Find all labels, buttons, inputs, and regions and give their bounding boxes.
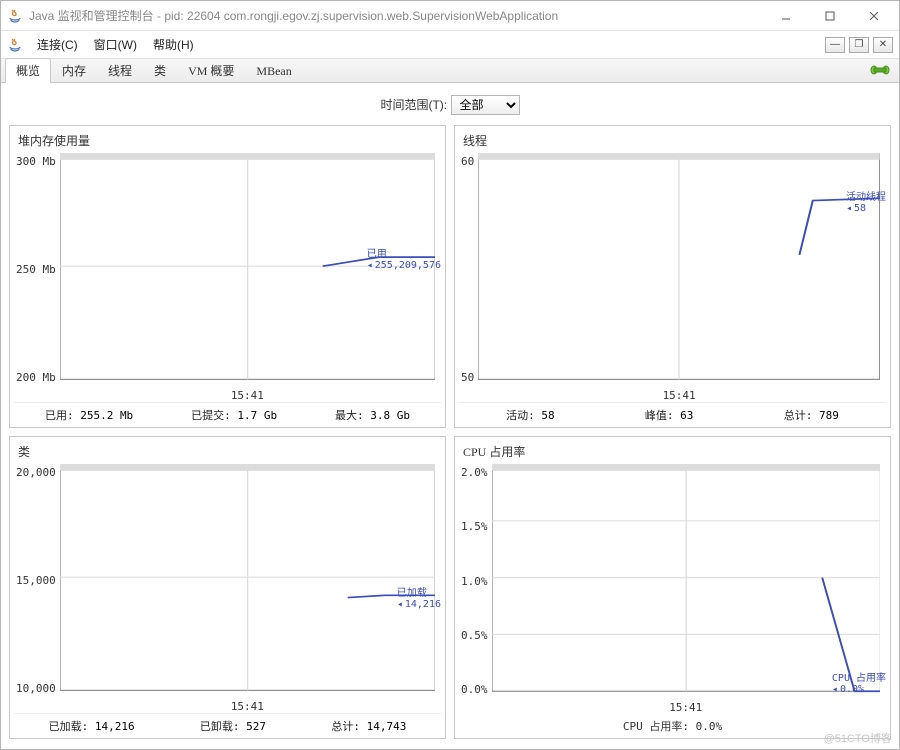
tab-overview[interactable]: 概览 — [5, 58, 51, 83]
tab-memory[interactable]: 内存 — [51, 58, 97, 83]
plot-area: 15:41 已加载 ◂14,216 — [60, 464, 435, 713]
chart-classes[interactable]: 20,000 15,000 10,000 15:41 — [14, 464, 441, 713]
stats-row: 活动: 58 峰值: 63 总计: 789 — [459, 402, 886, 425]
tab-threads[interactable]: 线程 — [97, 58, 143, 83]
time-range-row: 时间范围(T): 全部 — [9, 89, 891, 125]
window-title: Java 监视和管理控制台 - pid: 22604 com.rongji.eg… — [29, 7, 773, 24]
time-range-label: 时间范围(T): — [380, 98, 447, 112]
panel-heap: 堆内存使用量 300 Mb 250 Mb 200 Mb — [9, 125, 446, 428]
x-axis-label: 15:41 — [492, 701, 881, 714]
mdi-restore-button[interactable]: ❐ — [849, 37, 869, 53]
charts-grid: 堆内存使用量 300 Mb 250 Mb 200 Mb — [9, 125, 891, 739]
panel-title: CPU 占用率 — [459, 441, 886, 464]
panel-title: 堆内存使用量 — [14, 130, 441, 153]
series-label: 活动线程 ◂58 — [846, 188, 886, 214]
panel-title: 线程 — [459, 130, 886, 153]
series-label: CPU 占用率 ◂0.0% — [832, 669, 886, 695]
plot-area: 15:41 活动线程 ◂58 — [478, 153, 880, 402]
maximize-button[interactable] — [817, 6, 843, 26]
window-controls — [773, 6, 893, 26]
plot-area: 15:41 CPU 占用率 ◂0.0% — [492, 464, 881, 714]
menu-connect[interactable]: 连接(C) — [29, 34, 86, 55]
java-icon — [7, 37, 23, 53]
x-axis-label: 15:41 — [60, 389, 435, 402]
tab-vm[interactable]: VM 概要 — [177, 58, 245, 83]
app-window: Java 监视和管理控制台 - pid: 22604 com.rongji.eg… — [0, 0, 900, 750]
minimize-button[interactable] — [773, 6, 799, 26]
series-label: 已用 ◂255,209,576 — [367, 245, 441, 271]
titlebar: Java 监视和管理控制台 - pid: 22604 com.rongji.eg… — [1, 1, 899, 31]
tab-mbeans[interactable]: MBean — [245, 60, 302, 83]
tabbar: 概览 内存 线程 类 VM 概要 MBean — [1, 59, 899, 83]
x-axis-label: 15:41 — [60, 700, 435, 713]
chart-cpu[interactable]: 2.0% 1.5% 1.0% 0.5% 0.0% — [459, 464, 886, 714]
java-icon — [7, 8, 23, 24]
menubar: 连接(C) 窗口(W) 帮助(H) — ❐ ✕ — [1, 31, 899, 59]
chart-heap[interactable]: 300 Mb 250 Mb 200 Mb 15:41 — [14, 153, 441, 402]
menu-help[interactable]: 帮助(H) — [145, 34, 202, 55]
chart-threads[interactable]: 60 50 15:41 活动线程 ◂58 — [459, 153, 886, 402]
time-range-select[interactable]: 全部 — [451, 95, 520, 115]
y-axis: 20,000 15,000 10,000 — [14, 464, 60, 713]
stats-row: CPU 占用率: 0.0% — [459, 714, 886, 736]
mdi-controls: — ❐ ✕ — [825, 37, 893, 53]
panel-title: 类 — [14, 441, 441, 464]
panel-cpu: CPU 占用率 2.0% 1.5% 1.0% 0.5% 0.0% — [454, 436, 891, 739]
panel-classes: 类 20,000 15,000 10,000 — [9, 436, 446, 739]
menu-window[interactable]: 窗口(W) — [86, 34, 145, 55]
tab-classes[interactable]: 类 — [143, 58, 177, 83]
y-axis: 300 Mb 250 Mb 200 Mb — [14, 153, 60, 402]
y-axis: 60 50 — [459, 153, 478, 402]
series-label: 已加载 ◂14,216 — [397, 584, 441, 610]
y-axis: 2.0% 1.5% 1.0% 0.5% 0.0% — [459, 464, 492, 714]
x-axis-label: 15:41 — [478, 389, 880, 402]
connection-status-icon — [869, 63, 891, 80]
panel-threads: 线程 60 50 15:41 — [454, 125, 891, 428]
mdi-close-button[interactable]: ✕ — [873, 37, 893, 53]
stats-row: 已用: 255.2 Mb 已提交: 1.7 Gb 最大: 3.8 Gb — [14, 402, 441, 425]
content-area: 时间范围(T): 全部 堆内存使用量 300 Mb 250 Mb 200 Mb — [1, 83, 899, 749]
mdi-minimize-button[interactable]: — — [825, 37, 845, 53]
plot-area: 15:41 已用 ◂255,209,576 — [60, 153, 435, 402]
close-button[interactable] — [861, 6, 887, 26]
stats-row: 已加载: 14,216 已卸载: 527 总计: 14,743 — [14, 713, 441, 736]
